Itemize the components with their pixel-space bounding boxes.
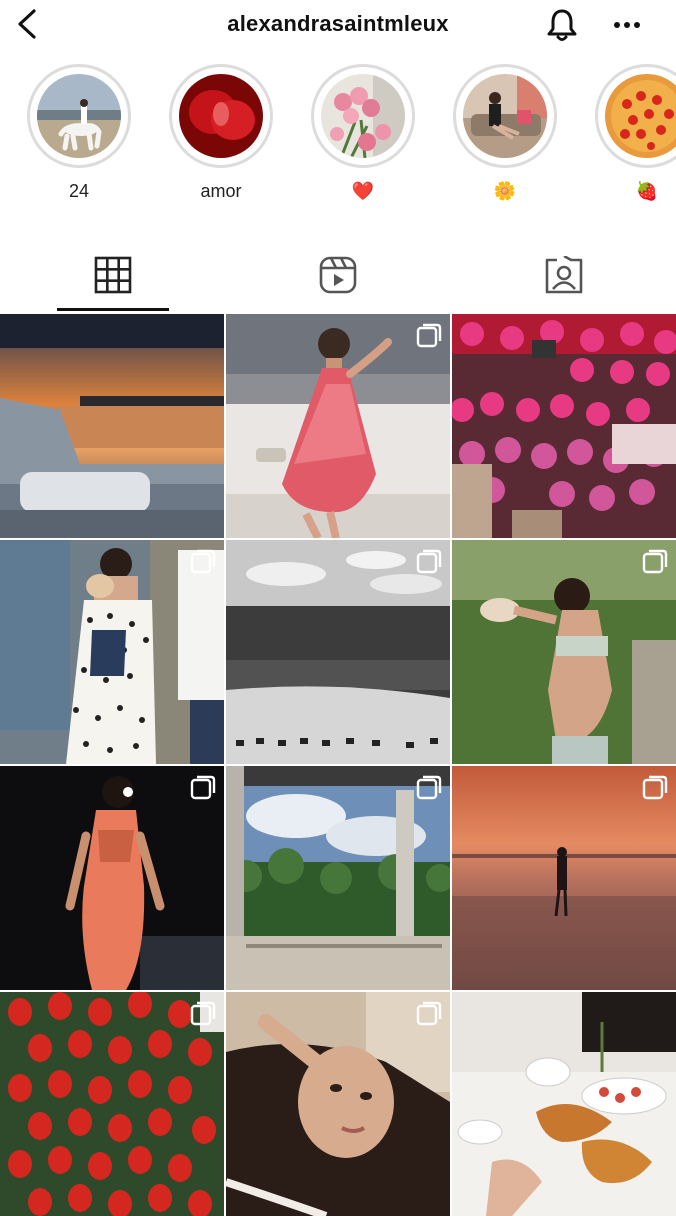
story-highlights: 24 amor ❤️ 🌼 🍓	[0, 64, 676, 214]
active-tab-indicator	[57, 308, 169, 311]
highlight-amor[interactable]: amor	[162, 64, 280, 204]
highlight-cover-pink-roses	[321, 74, 405, 158]
profile-tabs	[0, 244, 676, 312]
highlight-label: 🍓	[635, 181, 659, 201]
post-tile-breakfast-croissants[interactable]	[452, 992, 676, 1216]
post-tile-pink-roses[interactable]	[452, 314, 676, 538]
highlight-label: 24	[68, 181, 90, 201]
highlight-cover-horse-beach	[37, 74, 121, 158]
multi-photo-icon	[642, 775, 668, 800]
post-tile-selfie-lying-down[interactable]	[226, 992, 450, 1216]
multi-photo-icon	[190, 1001, 216, 1026]
highlight-label: amor	[200, 181, 242, 201]
multi-photo-icon	[190, 549, 216, 574]
tab-posts-grid[interactable]	[0, 244, 225, 312]
multi-photo-icon	[416, 323, 442, 348]
reels-icon	[319, 256, 357, 294]
highlight-label: ❤️	[351, 181, 375, 201]
profile-header: alexandrasaintmleux	[0, 0, 676, 56]
highlight-24[interactable]: 24	[20, 64, 138, 204]
highlight-ring	[27, 64, 131, 168]
highlight-cover-strawberry-tart	[605, 74, 676, 158]
multi-photo-icon	[642, 549, 668, 574]
more-options-icon[interactable]	[608, 10, 646, 40]
highlight-strawberry[interactable]: 🍓	[588, 64, 676, 204]
multi-photo-icon	[190, 775, 216, 800]
multi-photo-icon	[416, 1001, 442, 1026]
highlight-ring	[453, 64, 557, 168]
post-tile-polka-dot-dress-puppy[interactable]	[0, 540, 224, 764]
highlight-label: 🌼	[493, 181, 517, 201]
post-tile-yacht-sunset[interactable]	[0, 314, 224, 538]
multi-photo-icon	[416, 549, 442, 574]
grid-icon	[94, 256, 132, 294]
post-tile-jungle-terrace[interactable]	[226, 766, 450, 990]
multi-photo-icon	[416, 775, 442, 800]
highlight-heart[interactable]: ❤️	[304, 64, 422, 204]
highlight-ring	[311, 64, 415, 168]
notification-bell-icon[interactable]	[543, 6, 581, 44]
highlight-cover-red-kiss	[179, 74, 263, 158]
tab-reels[interactable]	[225, 244, 450, 312]
highlight-cover-woman-on-sofa	[463, 74, 547, 158]
post-tile-pink-dress-yacht[interactable]	[226, 314, 450, 538]
post-tile-orange-cutout-dress[interactable]	[0, 766, 224, 990]
highlight-ring	[595, 64, 676, 168]
post-tile-red-tulips[interactable]	[0, 992, 224, 1216]
tagged-person-icon	[545, 256, 583, 294]
highlight-flower[interactable]: 🌼	[446, 64, 564, 204]
post-tile-bw-beach[interactable]	[226, 540, 450, 764]
post-tile-garden-puppy[interactable]	[452, 540, 676, 764]
posts-grid	[0, 314, 676, 1216]
tab-tagged[interactable]	[451, 244, 676, 312]
highlight-ring	[169, 64, 273, 168]
post-tile-beach-sunset-silhouette[interactable]	[452, 766, 676, 990]
